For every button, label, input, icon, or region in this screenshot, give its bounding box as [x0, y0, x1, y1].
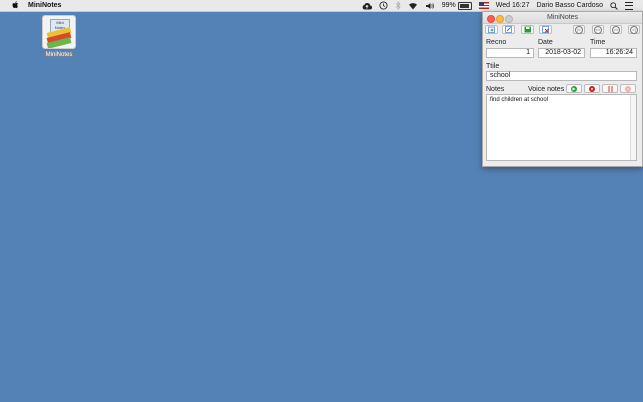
first-record-icon[interactable]: |< — [573, 25, 585, 34]
recno-label: Recno — [486, 39, 507, 46]
user-name[interactable]: Dario Basso Cardoso — [536, 2, 603, 9]
notes-text: find children at school — [490, 97, 549, 103]
record-icon: ● — [589, 85, 595, 92]
cloud-upload-icon[interactable] — [362, 2, 372, 10]
pause-icon — [607, 85, 613, 92]
stop-icon: × — [625, 85, 631, 92]
edit-record-icon[interactable] — [502, 25, 515, 34]
previous-record-icon[interactable]: << — [592, 25, 604, 34]
title-field[interactable]: school — [486, 71, 637, 81]
desktop-icon-label: MiniNotes — [43, 52, 75, 58]
clock[interactable]: Wed 16:27 — [496, 2, 530, 9]
notes-scrollbar[interactable] — [630, 95, 636, 160]
volume-icon[interactable] — [425, 2, 435, 10]
time-field[interactable]: 16:26:24 — [590, 48, 637, 58]
recno-field[interactable]: 1 — [486, 48, 534, 58]
desktop-app-icon[interactable]: Mini Notes MiniNotes — [40, 15, 78, 58]
toolbar: |< << >> >| — [483, 25, 642, 36]
save-record-icon[interactable] — [521, 25, 534, 34]
play-icon: ▶ — [571, 85, 577, 92]
date-field[interactable]: 2018-03-02 — [538, 48, 585, 58]
title-label: Ttile — [486, 63, 500, 70]
voice-notes-label: Voice notes — [528, 86, 565, 93]
window-titlebar[interactable]: MiniNotes — [483, 12, 642, 24]
app-menu-name[interactable]: MiniNotes — [28, 2, 61, 9]
record-voice-button[interactable]: ● — [584, 84, 600, 93]
pause-voice-button[interactable] — [602, 84, 618, 93]
stop-voice-button[interactable]: × — [620, 84, 636, 93]
window-title: MiniNotes — [546, 14, 579, 21]
time-machine-icon[interactable] — [379, 1, 388, 10]
list-icon[interactable] — [625, 1, 633, 10]
play-voice-button[interactable]: ▶ — [566, 84, 582, 93]
battery-percent: 99% — [441, 2, 456, 9]
time-label: Time — [590, 39, 606, 46]
notes-textarea[interactable]: find children at school — [486, 94, 637, 161]
last-record-icon[interactable]: >| — [628, 25, 640, 34]
battery-indicator[interactable]: 99% — [441, 1, 472, 10]
next-record-icon[interactable]: >> — [610, 25, 622, 34]
wifi-icon[interactable] — [408, 2, 418, 10]
mininotes-window: MiniNotes |< << >> >| Recno 1 Date 2018-… — [482, 11, 643, 167]
search-icon[interactable] — [610, 1, 618, 10]
flag-icon[interactable] — [478, 2, 489, 9]
apple-icon[interactable] — [11, 0, 19, 11]
notes-label: Notes — [486, 86, 505, 93]
date-label: Date — [538, 39, 553, 46]
delete-record-icon[interactable] — [539, 25, 552, 34]
bluetooth-icon[interactable] — [395, 1, 401, 10]
new-record-icon[interactable] — [485, 25, 498, 34]
battery-icon — [457, 1, 472, 10]
mininotes-app-icon: Mini Notes — [42, 15, 76, 49]
